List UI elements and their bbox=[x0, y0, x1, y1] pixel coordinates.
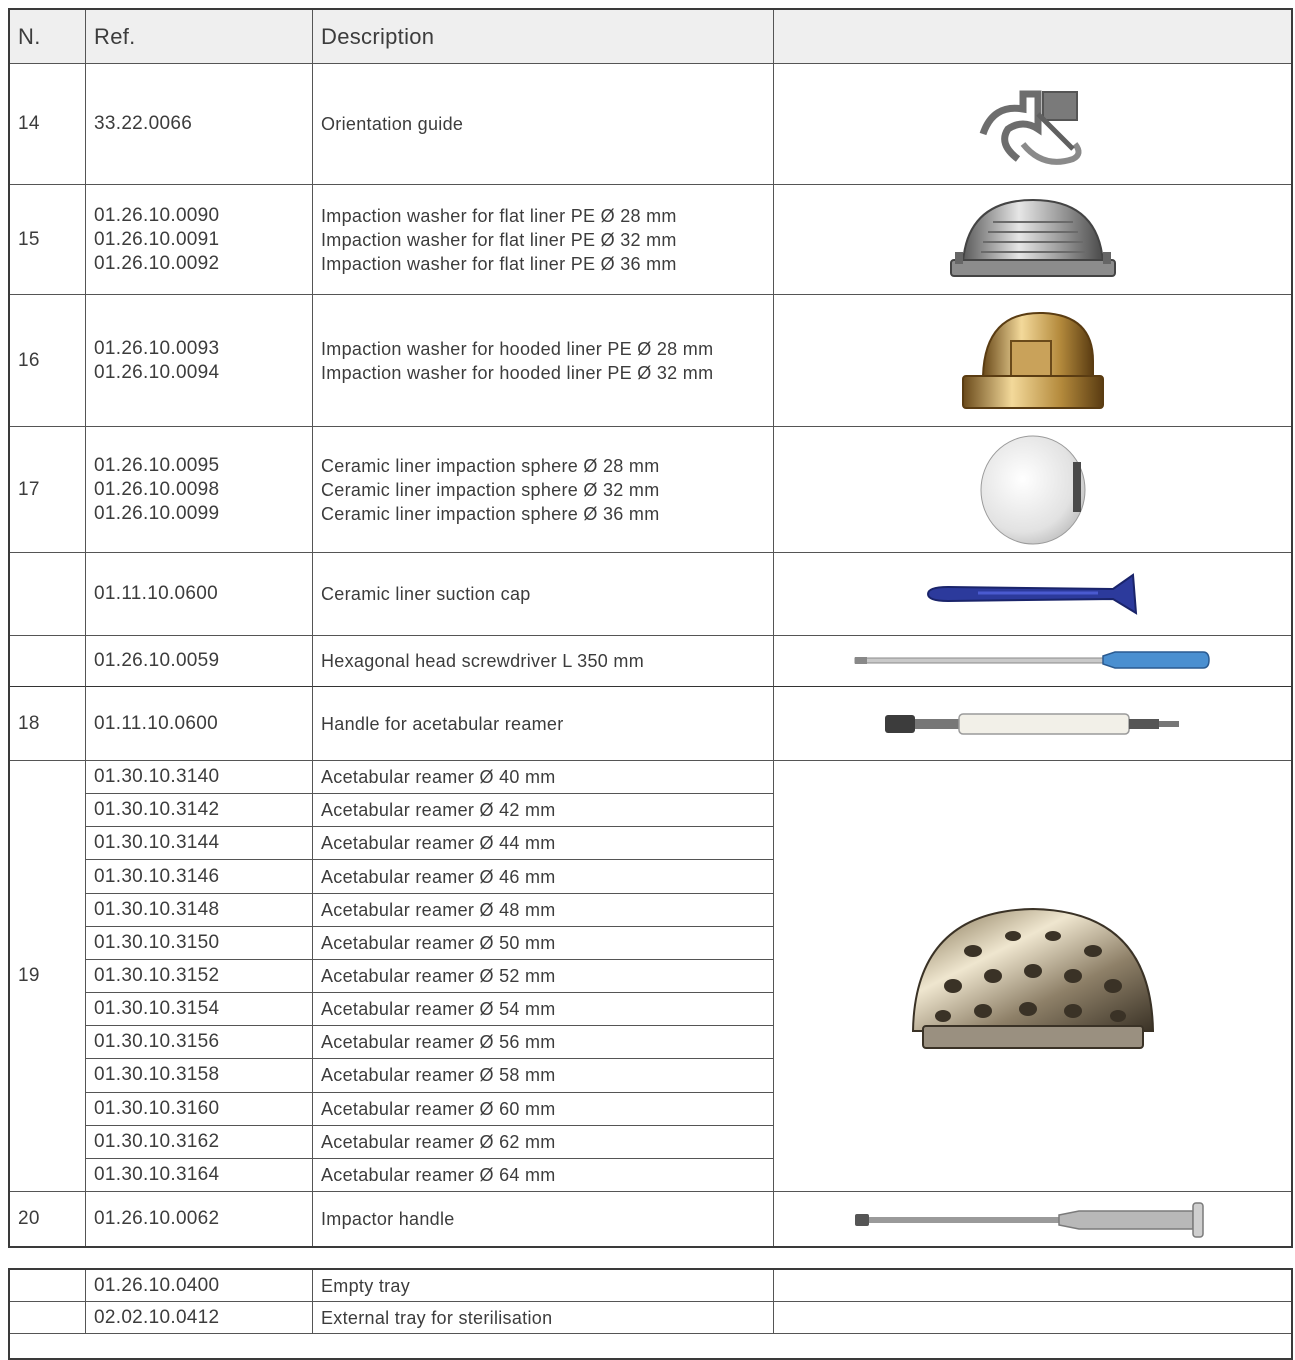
row-16-number: 16 bbox=[10, 295, 86, 427]
row-20-ref: 01.26.10.0062 bbox=[86, 1192, 313, 1246]
row-15-description: Impaction washer for flat liner PE Ø 32 … bbox=[321, 229, 677, 250]
row-17-description: Ceramic liner impaction sphere Ø 28 mm bbox=[321, 455, 660, 476]
reamer-description: Acetabular reamer Ø 56 mm bbox=[313, 1026, 774, 1060]
suction-cap-image bbox=[926, 573, 1137, 615]
row-screwdriver-number bbox=[10, 636, 86, 687]
row-19-number: 19 bbox=[10, 761, 86, 1192]
row-15-number: 15 bbox=[10, 185, 86, 295]
reamer-ref: 01.30.10.3154 bbox=[86, 993, 313, 1027]
header-n: N. bbox=[10, 10, 86, 64]
orientation-guide-image bbox=[979, 90, 1081, 165]
row-suction-description: Ceramic liner suction cap bbox=[313, 553, 774, 636]
reamer-ref: 01.30.10.3148 bbox=[86, 893, 313, 927]
row-screwdriver-description: Hexagonal head screwdriver L 350 mm bbox=[313, 636, 774, 687]
ceramic-sphere-image bbox=[980, 435, 1085, 545]
row-15-ref: 01.26.10.0092 bbox=[94, 252, 220, 274]
row-suction-ref: 01.11.10.0600 bbox=[86, 553, 313, 636]
row-15-image-cell bbox=[774, 185, 1291, 295]
screwdriver-image bbox=[854, 651, 1210, 669]
header-ref: Ref. bbox=[86, 10, 313, 64]
row-screwdriver-ref: 01.26.10.0059 bbox=[86, 636, 313, 687]
hooded-liner-washer-image bbox=[961, 311, 1104, 409]
row-15-ref: 01.26.10.0090 bbox=[94, 204, 220, 226]
row-15-descriptions: Impaction washer for flat liner PE Ø 28 … bbox=[313, 185, 774, 295]
row-14-number: 14 bbox=[10, 64, 86, 185]
reamer-description: Acetabular reamer Ø 54 mm bbox=[313, 993, 774, 1027]
reamer-description: Acetabular reamer Ø 64 mm bbox=[313, 1158, 774, 1192]
row-16-refs: 01.26.10.0093 01.26.10.0094 bbox=[86, 295, 313, 427]
tray-row-ref: 01.26.10.0400 bbox=[86, 1270, 313, 1302]
row-17-ref: 01.26.10.0095 bbox=[94, 454, 220, 476]
tray-row-number bbox=[10, 1302, 86, 1334]
reamer-ref: 01.30.10.3162 bbox=[86, 1125, 313, 1159]
row-17-number: 17 bbox=[10, 427, 86, 553]
reamer-description: Acetabular reamer Ø 44 mm bbox=[313, 827, 774, 861]
tray-table: 01.26.10.0400 Empty tray 02.02.10.0412 E… bbox=[8, 1268, 1293, 1360]
row-14-image-cell bbox=[774, 64, 1291, 185]
row-20-number: 20 bbox=[10, 1192, 86, 1246]
tray-row-number bbox=[10, 1270, 86, 1302]
reamer-ref: 01.30.10.3140 bbox=[86, 761, 313, 795]
tray-row-image-cell bbox=[774, 1270, 1291, 1302]
row-16-descriptions: Impaction washer for hooded liner PE Ø 2… bbox=[313, 295, 774, 427]
row-17-descriptions: Ceramic liner impaction sphere Ø 28 mm C… bbox=[313, 427, 774, 553]
reamer-ref: 01.30.10.3150 bbox=[86, 926, 313, 960]
reamer-description: Acetabular reamer Ø 40 mm bbox=[313, 761, 774, 795]
instrument-table: N. Ref. Description 14 33.22.0066 Orient… bbox=[8, 8, 1293, 1248]
row-20-image-cell bbox=[774, 1192, 1291, 1246]
reamer-ref: 01.30.10.3144 bbox=[86, 827, 313, 861]
row-17-image-cell bbox=[774, 427, 1291, 553]
acetabular-reamer-image bbox=[911, 907, 1154, 1049]
row-suction-image-cell bbox=[774, 553, 1291, 636]
row-19-image-cell bbox=[774, 761, 1291, 1192]
row-screwdriver-image-cell bbox=[774, 636, 1291, 687]
reamer-description: Acetabular reamer Ø 46 mm bbox=[313, 860, 774, 894]
row-14-description: Orientation guide bbox=[313, 64, 774, 185]
row-20-description: Impactor handle bbox=[313, 1192, 774, 1246]
tray-row-image-cell bbox=[774, 1302, 1291, 1334]
row-17-description: Ceramic liner impaction sphere Ø 36 mm bbox=[321, 503, 660, 524]
reamer-handle-image bbox=[884, 712, 1179, 735]
impactor-handle-image bbox=[854, 1202, 1204, 1238]
reamer-description: Acetabular reamer Ø 60 mm bbox=[313, 1092, 774, 1126]
reamer-description: Acetabular reamer Ø 42 mm bbox=[313, 794, 774, 828]
row-18-ref: 01.11.10.0600 bbox=[86, 687, 313, 761]
row-15-refs: 01.26.10.0090 01.26.10.0091 01.26.10.009… bbox=[86, 185, 313, 295]
row-15-description: Impaction washer for flat liner PE Ø 28 … bbox=[321, 205, 677, 226]
reamer-ref: 01.30.10.3146 bbox=[86, 860, 313, 894]
reamer-ref: 01.30.10.3142 bbox=[86, 794, 313, 828]
row-17-refs: 01.26.10.0095 01.26.10.0098 01.26.10.009… bbox=[86, 427, 313, 553]
row-14-ref: 33.22.0066 bbox=[86, 64, 313, 185]
row-18-description: Handle for acetabular reamer bbox=[313, 687, 774, 761]
row-16-ref: 01.26.10.0094 bbox=[94, 361, 220, 383]
row-18-number: 18 bbox=[10, 687, 86, 761]
reamer-ref: 01.30.10.3164 bbox=[86, 1158, 313, 1192]
reamer-description: Acetabular reamer Ø 62 mm bbox=[313, 1125, 774, 1159]
row-17-ref: 01.26.10.0098 bbox=[94, 478, 220, 500]
row-suction-number bbox=[10, 553, 86, 636]
row-15-description: Impaction washer for flat liner PE Ø 36 … bbox=[321, 253, 677, 274]
row-18-image-cell bbox=[774, 687, 1291, 761]
row-16-description: Impaction washer for hooded liner PE Ø 3… bbox=[321, 362, 714, 383]
reamer-ref: 01.30.10.3158 bbox=[86, 1059, 313, 1093]
reamer-ref: 01.30.10.3156 bbox=[86, 1026, 313, 1060]
reamer-ref: 01.30.10.3160 bbox=[86, 1092, 313, 1126]
header-description: Description bbox=[313, 10, 774, 64]
reamer-ref: 01.30.10.3152 bbox=[86, 959, 313, 994]
row-16-image-cell bbox=[774, 295, 1291, 427]
tray-row-ref: 02.02.10.0412 bbox=[86, 1302, 313, 1334]
row-17-ref: 01.26.10.0099 bbox=[94, 502, 220, 524]
row-15-ref: 01.26.10.0091 bbox=[94, 228, 220, 250]
row-17-description: Ceramic liner impaction sphere Ø 32 mm bbox=[321, 479, 660, 500]
flat-liner-washer-image bbox=[949, 198, 1116, 277]
tray-row-description: Empty tray bbox=[313, 1270, 774, 1302]
row-16-ref: 01.26.10.0093 bbox=[94, 337, 220, 359]
reamer-description: Acetabular reamer Ø 58 mm bbox=[313, 1059, 774, 1093]
row-16-description: Impaction washer for hooded liner PE Ø 2… bbox=[321, 338, 714, 359]
reamer-description: Acetabular reamer Ø 48 mm bbox=[313, 893, 774, 927]
reamer-description: Acetabular reamer Ø 50 mm bbox=[313, 926, 774, 960]
tray-row-description: External tray for sterilisation bbox=[313, 1302, 774, 1334]
reamer-description: Acetabular reamer Ø 52 mm bbox=[313, 959, 774, 994]
header-image bbox=[774, 10, 1291, 64]
